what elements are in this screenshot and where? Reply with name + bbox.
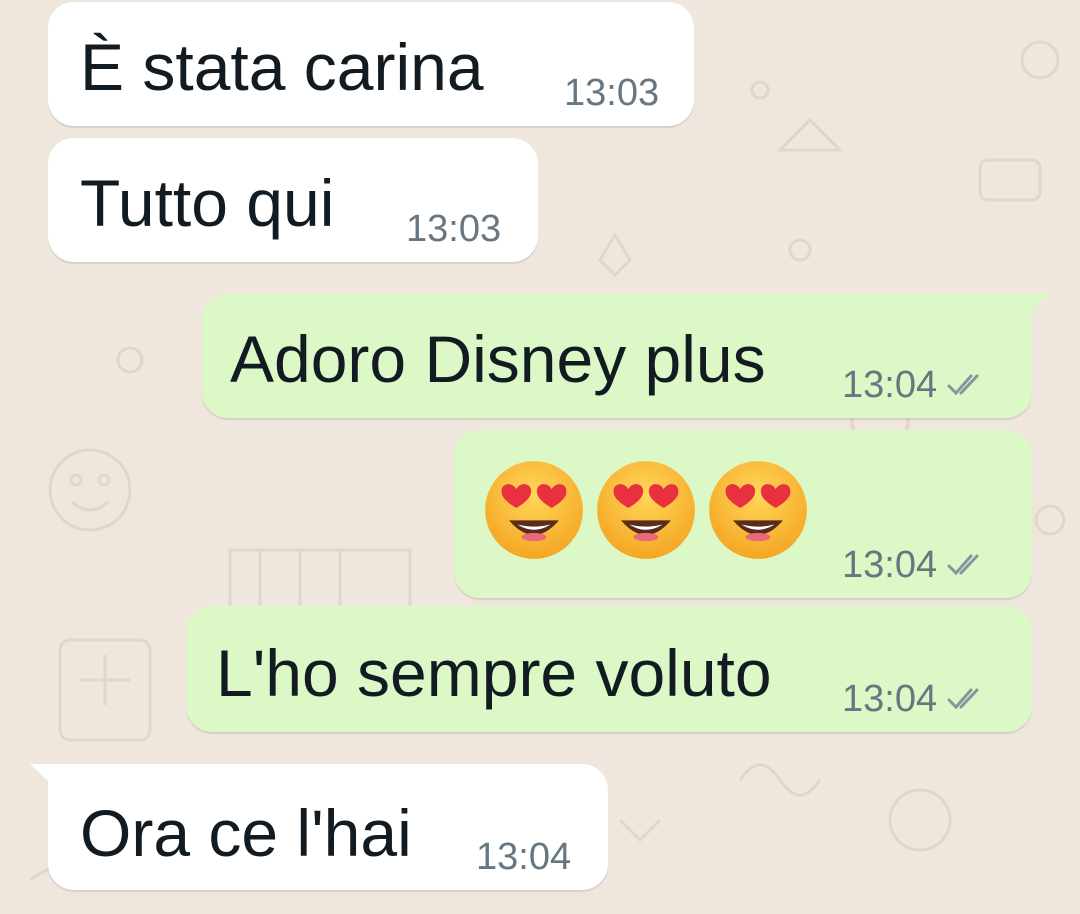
message-bubble-incoming[interactable]: È stata carina 13:03	[48, 2, 694, 126]
heart-eyes-emoji-icon	[597, 461, 695, 559]
message-text: Tutto qui	[80, 166, 335, 240]
message-meta: 13:04	[842, 366, 987, 404]
emoji-row	[482, 458, 810, 562]
message-text: L'ho sempre voluto	[216, 636, 772, 710]
message-bubble-incoming[interactable]: Tutto qui 13:03	[48, 138, 538, 262]
message-meta: 13:04	[842, 680, 987, 718]
double-check-icon	[947, 374, 979, 396]
heart-eyes-emoji-icon	[485, 461, 583, 559]
message-bubble-outgoing[interactable]: L'ho sempre voluto 13:04	[186, 606, 1032, 732]
double-check-icon	[947, 688, 979, 710]
double-check-icon	[947, 554, 979, 576]
message-text: Adoro Disney plus	[230, 322, 766, 396]
heart-eyes-emoji-icon	[709, 461, 807, 559]
message-text: Ora ce l'hai	[80, 796, 412, 870]
message-time: 13:04	[842, 364, 938, 406]
message-time: 13:03	[564, 72, 660, 114]
message-meta: 13:04	[842, 546, 987, 584]
message-time: 13:04	[842, 678, 938, 720]
message-bubble-outgoing[interactable]: 13:04	[454, 430, 1032, 598]
message-bubble-outgoing[interactable]: Adoro Disney plus 13:04	[202, 294, 1032, 418]
message-time: 13:04	[842, 544, 938, 586]
message-time: 13:04	[476, 836, 572, 878]
message-bubble-incoming[interactable]: Ora ce l'hai 13:04	[48, 764, 608, 890]
message-time: 13:03	[406, 208, 502, 250]
message-text: È stata carina	[80, 30, 484, 104]
